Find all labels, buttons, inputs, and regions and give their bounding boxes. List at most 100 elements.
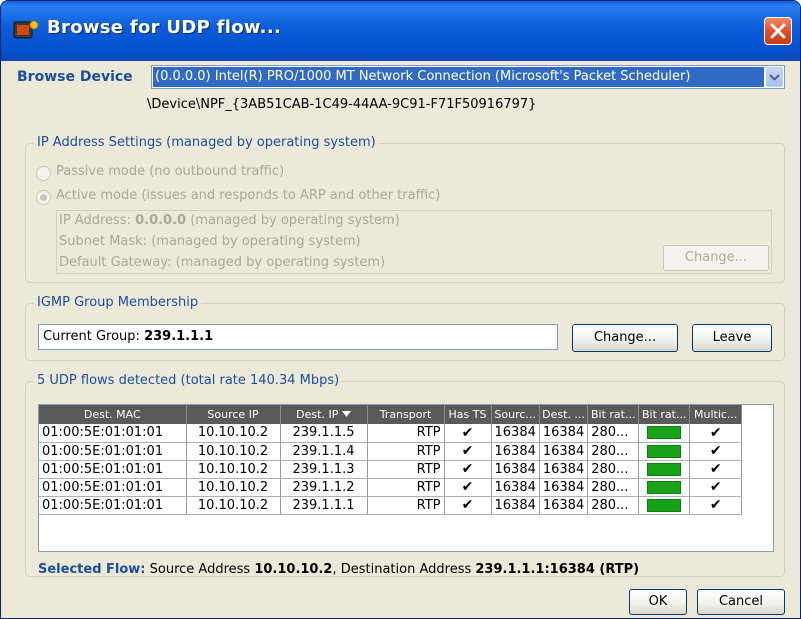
flows-table: Dest. MAC Source IP Dest. IP Transport H… — [39, 405, 743, 515]
active-mode-label: Active mode (issues and responds to ARP … — [56, 188, 441, 203]
bit-rate-bar-cell — [638, 478, 691, 497]
column-header-bit-rate[interactable]: Bit rat... — [587, 405, 640, 424]
dialog-window: Browse for UDP flow... Browse Device (0.… — [0, 0, 801, 619]
selected-device: (0.0.0.0) Intel(R) PRO/1000 MT Network C… — [153, 67, 764, 87]
close-button[interactable] — [764, 17, 792, 45]
active-mode-radio[interactable] — [36, 190, 51, 205]
multicast-cell: ✔ — [689, 496, 743, 515]
bit-rate-bar — [647, 498, 682, 512]
bit-rate-cell: 280... — [587, 496, 640, 515]
ip-address-line: IP Address: 0.0.0.0 (managed by operatin… — [59, 213, 400, 228]
dest-mac-cell: 01:00:5E:01:01:01 — [39, 442, 187, 461]
selected-source-prefix: Source Address — [145, 562, 255, 577]
dest-mac-cell: 01:00:5E:01:01:01 — [39, 424, 187, 443]
udp-flows-group: 5 UDP flows detected (total rate 140.34 … — [25, 373, 785, 577]
ok-button[interactable]: OK — [629, 589, 687, 615]
column-header-multicast[interactable]: Multic... — [689, 405, 743, 424]
transport-cell: RTP — [367, 496, 445, 515]
bit-rate-cell: 280... — [587, 460, 640, 479]
igmp-change-button[interactable]: Change... — [572, 324, 678, 352]
multicast-cell: ✔ — [689, 442, 743, 461]
passive-mode-radio[interactable] — [36, 166, 51, 181]
source-ip-cell: 10.10.10.2 — [186, 460, 281, 479]
bit-rate-bar — [647, 480, 682, 494]
igmp-title: IGMP Group Membership — [34, 295, 202, 310]
igmp-group: IGMP Group Membership Current Group: 239… — [25, 295, 785, 361]
column-header-transport[interactable]: Transport — [367, 405, 445, 424]
default-gateway-line: Default Gateway: (managed by operating s… — [59, 255, 386, 270]
table-row[interactable]: 01:00:5E:01:01:01 10.10.10.2 239.1.1.4 R… — [39, 442, 743, 461]
selected-flow-summary: Selected Flow: Source Address 10.10.10.2… — [38, 562, 639, 577]
dest-mac-cell: 01:00:5E:01:01:01 — [39, 478, 187, 497]
has-ts-cell: ✔ — [444, 478, 492, 497]
dest-mac-cell: 01:00:5E:01:01:01 — [39, 460, 187, 479]
selected-flow-label: Selected Flow: — [38, 562, 146, 577]
title-bar[interactable]: Browse for UDP flow... — [1, 1, 800, 61]
dest-port-cell: 16384 — [539, 424, 589, 443]
has-ts-cell: ✔ — [444, 442, 492, 461]
device-path: \Device\NPF_{3AB51CAB-1C49-44AA-9C91-F71… — [147, 97, 537, 112]
table-row[interactable]: 01:00:5E:01:01:01 10.10.10.2 239.1.1.3 R… — [39, 460, 743, 479]
dropdown-button[interactable] — [766, 67, 783, 87]
bit-rate-bar — [647, 462, 682, 476]
current-group-field: Current Group: 239.1.1.1 — [38, 324, 558, 350]
ip-address-suffix: (managed by operating system) — [186, 213, 400, 228]
column-header-dest-mac[interactable]: Dest. MAC — [39, 405, 187, 424]
bit-rate-cell: 280... — [587, 478, 640, 497]
has-ts-cell: ✔ — [444, 424, 492, 443]
source-ip-cell: 10.10.10.2 — [186, 478, 281, 497]
cancel-button[interactable]: Cancel — [697, 589, 785, 615]
column-header-source-port[interactable]: Sourc... — [491, 405, 540, 424]
browse-device-select[interactable]: (0.0.0.0) Intel(R) PRO/1000 MT Network C… — [151, 65, 785, 89]
column-header-bit-rate-bar[interactable]: Bit rat... — [638, 405, 691, 424]
transport-cell: RTP — [367, 442, 445, 461]
selected-source-address: 10.10.10.2 — [254, 562, 333, 577]
ip-address-prefix: IP Address: — [59, 213, 136, 228]
source-ip-cell: 10.10.10.2 — [186, 442, 281, 461]
app-icon — [13, 19, 39, 41]
browse-device-label: Browse Device — [17, 69, 133, 85]
column-header-dest-ip[interactable]: Dest. IP — [280, 405, 368, 424]
leave-button[interactable]: Leave — [692, 324, 772, 352]
ip-address-value: 0.0.0.0 — [135, 213, 187, 228]
flows-table-container[interactable]: Dest. MAC Source IP Dest. IP Transport H… — [38, 404, 774, 552]
dest-ip-cell: 239.1.1.1 — [280, 496, 368, 515]
table-row[interactable]: 01:00:5E:01:01:01 10.10.10.2 239.1.1.2 R… — [39, 478, 743, 497]
has-ts-cell: ✔ — [444, 460, 492, 479]
source-ip-cell: 10.10.10.2 — [186, 424, 281, 443]
ip-settings-title: IP Address Settings (managed by operatin… — [34, 135, 379, 150]
ip-change-button[interactable]: Change... — [663, 245, 769, 271]
table-header-row: Dest. MAC Source IP Dest. IP Transport H… — [39, 405, 743, 424]
chevron-down-icon — [769, 74, 780, 81]
table-row[interactable]: 01:00:5E:01:01:01 10.10.10.2 239.1.1.5 R… — [39, 424, 743, 443]
selected-destination-address: 239.1.1.1:16384 (RTP) — [475, 562, 640, 577]
window-title: Browse for UDP flow... — [47, 17, 282, 38]
multicast-cell: ✔ — [689, 424, 743, 443]
bit-rate-bar — [647, 426, 682, 440]
current-group-prefix: Current Group: — [43, 329, 145, 344]
transport-cell: RTP — [367, 460, 445, 479]
bit-rate-bar — [647, 444, 682, 458]
subnet-mask-line: Subnet Mask: (managed by operating syste… — [59, 234, 361, 249]
multicast-cell: ✔ — [689, 478, 743, 497]
dest-port-cell: 16384 — [539, 442, 589, 461]
dialog-body: Browse Device (0.0.0.0) Intel(R) PRO/100… — [1, 61, 800, 618]
source-port-cell: 16384 — [491, 424, 540, 443]
source-ip-cell: 10.10.10.2 — [186, 496, 281, 515]
source-port-cell: 16384 — [491, 496, 540, 515]
column-header-has-ts[interactable]: Has TS — [444, 405, 492, 424]
selected-destination-prefix: , Destination Address — [332, 562, 476, 577]
dest-ip-cell: 239.1.1.4 — [280, 442, 368, 461]
source-port-cell: 16384 — [491, 442, 540, 461]
column-header-source-ip[interactable]: Source IP — [186, 405, 281, 424]
close-icon — [770, 23, 786, 39]
bit-rate-bar-cell — [638, 442, 691, 461]
dest-ip-cell: 239.1.1.3 — [280, 460, 368, 479]
multicast-cell: ✔ — [689, 460, 743, 479]
table-row[interactable]: 01:00:5E:01:01:01 10.10.10.2 239.1.1.1 R… — [39, 496, 743, 515]
ip-details-box: IP Address: 0.0.0.0 (managed by operatin… — [56, 210, 772, 274]
sort-descending-icon — [341, 411, 351, 417]
dest-ip-cell: 239.1.1.2 — [280, 478, 368, 497]
column-header-dest-port[interactable]: Dest. ... — [539, 405, 589, 424]
source-port-cell: 16384 — [491, 460, 540, 479]
